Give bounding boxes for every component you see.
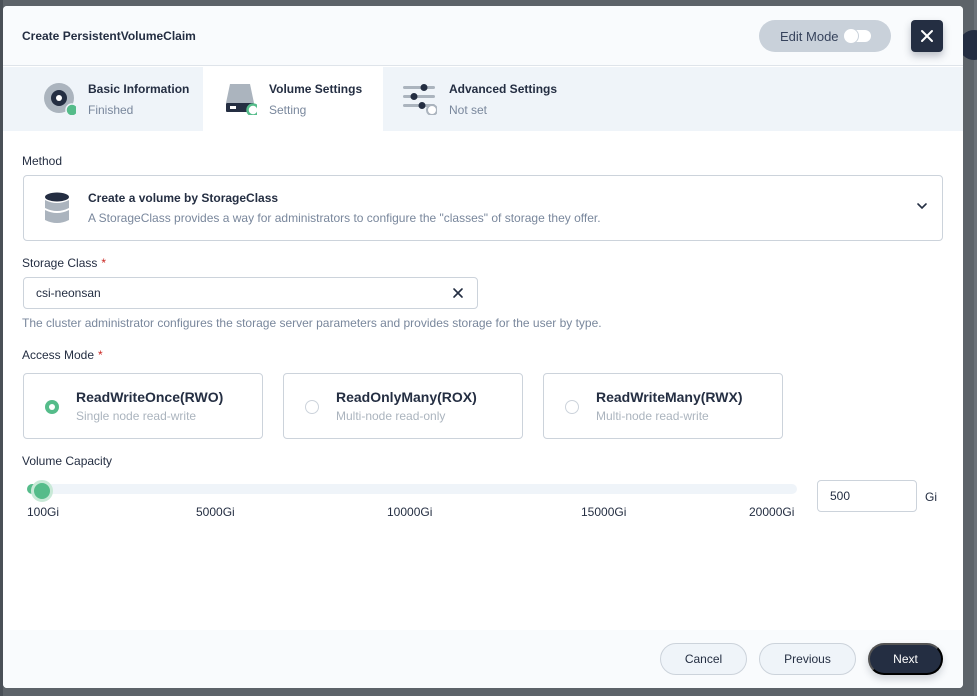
step-tabs: Basic Information Finished Volume Settin…: [3, 67, 963, 131]
method-description: A StorageClass provides a way for admini…: [88, 211, 601, 225]
capacity-slider-track[interactable]: [27, 484, 797, 494]
previous-button[interactable]: Previous: [759, 643, 856, 675]
dialog-header: Create PersistentVolumeClaim Edit Mode: [3, 6, 963, 66]
database-icon: [45, 192, 69, 223]
edit-mode-toggle[interactable]: Edit Mode: [759, 20, 891, 52]
slider-tick-label: 10000Gi: [387, 505, 433, 519]
storage-class-value: csi-neonsan: [36, 286, 101, 300]
step-basic-information[interactable]: Basic Information Finished: [22, 67, 203, 131]
slider-tick-label: 5000Gi: [196, 505, 235, 519]
access-mode-desc: Multi-node read-only: [336, 409, 446, 423]
access-mode-title: ReadWriteMany(RWX): [596, 389, 743, 405]
dialog-footer: Cancel Previous Next: [3, 630, 963, 688]
slider-tick-label: 20000Gi: [749, 505, 795, 519]
disk-icon: [44, 83, 76, 115]
access-mode-desc: Single node read-write: [76, 409, 197, 423]
radio-button[interactable]: [305, 400, 319, 414]
dialog-title: Create PersistentVolumeClaim: [22, 29, 196, 43]
capacity-value: 500: [830, 489, 851, 503]
chevron-down-icon: [917, 203, 927, 210]
next-button[interactable]: Next: [868, 643, 943, 675]
access-mode-title: ReadOnlyMany(ROX): [336, 389, 477, 405]
capacity-unit: Gi: [925, 490, 937, 504]
close-icon: [921, 30, 933, 42]
step-name: Basic Information: [88, 82, 190, 96]
slider-tick-label: 100Gi: [27, 505, 60, 519]
toggle-knob: [843, 28, 859, 44]
create-pvc-dialog: Create PersistentVolumeClaim Edit Mode B…: [3, 6, 963, 688]
storage-class-label-text: Storage Class: [22, 256, 98, 270]
step-status: Setting: [269, 103, 307, 117]
method-select[interactable]: Create a volume by StorageClass A Storag…: [23, 175, 943, 241]
hard-drive-icon: [226, 84, 257, 115]
step-name: Volume Settings: [269, 82, 363, 96]
required-mark: *: [98, 348, 103, 362]
capacity-input[interactable]: 500: [817, 480, 917, 512]
method-title: Create a volume by StorageClass: [88, 191, 279, 205]
radio-button[interactable]: [565, 400, 579, 414]
access-mode-title: ReadWriteOnce(RWO): [76, 389, 224, 405]
access-mode-desc: Multi-node read-write: [596, 409, 709, 423]
access-mode-rox[interactable]: ReadOnlyMany(ROX) Multi-node read-only: [283, 373, 523, 439]
slider-tick-label: 15000Gi: [581, 505, 627, 519]
toggle-switch[interactable]: [843, 28, 871, 44]
access-mode-label: Access Mode *: [22, 348, 103, 362]
step-advanced-settings[interactable]: Advanced Settings Not set: [383, 67, 583, 131]
step-status: Not set: [449, 103, 488, 117]
capacity-slider-handle[interactable]: [31, 480, 53, 502]
storage-class-description: The cluster administrator configures the…: [22, 316, 602, 330]
step-name: Advanced Settings: [449, 82, 558, 96]
required-mark: *: [101, 256, 107, 270]
cancel-button[interactable]: Cancel: [660, 643, 747, 675]
volume-capacity-label: Volume Capacity: [22, 454, 113, 468]
method-label: Method: [22, 154, 63, 168]
access-mode-rwo[interactable]: ReadWriteOnce(RWO) Single node read-writ…: [23, 373, 263, 439]
clear-icon[interactable]: [451, 286, 465, 300]
storage-class-label: Storage Class *: [22, 256, 106, 270]
access-mode-rwx[interactable]: ReadWriteMany(RWX) Multi-node read-write: [543, 373, 783, 439]
radio-button[interactable]: [45, 400, 59, 414]
sliders-icon: [403, 84, 437, 115]
step-status: Finished: [88, 103, 134, 117]
access-mode-label-text: Access Mode: [22, 348, 95, 362]
step-volume-settings[interactable]: Volume Settings Setting: [203, 67, 383, 131]
edit-mode-label: Edit Mode: [780, 28, 839, 44]
close-button[interactable]: [911, 20, 943, 52]
storage-class-input[interactable]: csi-neonsan: [23, 277, 478, 309]
